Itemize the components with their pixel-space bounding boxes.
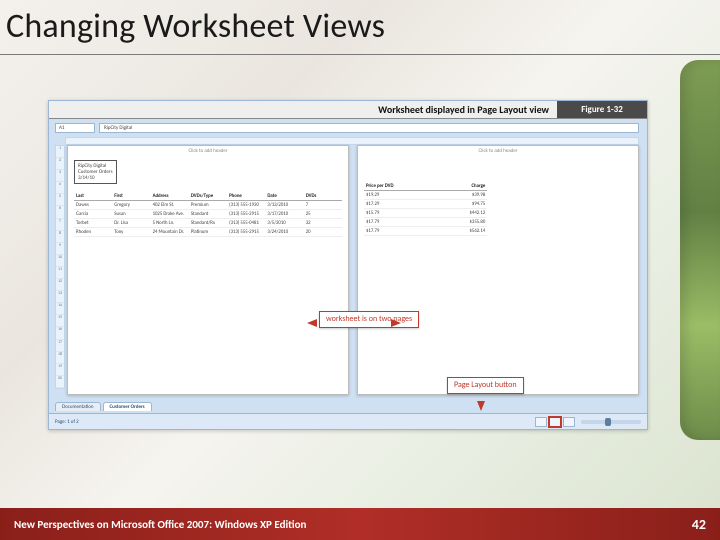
view-buttons [535,417,641,427]
decor-leaf-strip [680,60,720,440]
orders-table-right: Price per DVD Charge $19.29$39.98 $17.29… [364,182,487,236]
slide: Changing Worksheet Views Worksheet displ… [0,0,720,540]
footer-text: New Perspectives on Microsoft Office 200… [14,518,306,531]
col: Date [265,192,303,201]
figure-header: Worksheet displayed in Page Layout view … [49,101,647,119]
page-layout-pages: Click to add header RipCity Digital Cust… [67,145,639,395]
col: Price per DVD [364,182,426,191]
callout-arrow-right-icon [391,319,401,327]
page-layout-view-button[interactable] [549,417,561,427]
page-number: 42 [692,516,706,533]
table-row: $15.79$442.12 [364,209,487,218]
figure-caption: Worksheet displayed in Page Layout view [49,101,557,118]
sheet-tabs: Documentation Customer Orders [55,397,152,411]
callout-two-pages: worksheet is on two pages [319,311,419,328]
status-page-count: Page: 1 of 2 [55,419,79,425]
slide-title: Changing Worksheet Views [6,6,385,47]
col: DVDs [304,192,342,201]
table-row: $17.79$355.80 [364,218,487,227]
company-title-block: RipCity Digital Customer Orders 3/14/10 [74,160,117,184]
table-row: GarciaSusan1025 Drake Ave.Standard(313) … [74,210,342,219]
table-row: TorbetDr. Lisa5 North Ln.Standard/Rx(313… [74,219,342,228]
col: Last [74,192,112,201]
zoom-slider[interactable] [581,420,641,424]
col: Address [151,192,189,201]
name-box[interactable]: A1 [55,123,95,133]
status-bar: Page: 1 of 2 [49,413,647,429]
figure-screenshot: Worksheet displayed in Page Layout view … [48,100,648,430]
page-break-preview-button[interactable] [563,417,575,427]
callout-arrow-down-icon [477,401,485,411]
col: Charge [426,182,488,191]
table-row: $17.79$562.14 [364,227,487,236]
footer-bar: New Perspectives on Microsoft Office 200… [0,508,720,540]
title-underline [0,54,720,55]
sheet-tab-customer-orders[interactable]: Customer Orders [103,402,152,411]
header-hint-left[interactable]: Click to add header [68,148,348,154]
table-row: $19.29$39.98 [364,191,487,200]
normal-view-button[interactable] [535,417,547,427]
formula-bar[interactable]: RipCity Digital [99,123,639,133]
table-row: RhodenTony24 Mountain Dr.Platinum(313) 5… [74,228,342,237]
horizontal-ruler [65,137,639,145]
callout-page-layout-button: Page Layout button [447,377,524,394]
col: DVDs/Type [189,192,227,201]
page-2: Click to add header Price per DVD Charge… [357,145,639,395]
orders-table-left: Last First Address DVDs/Type Phone Date … [74,192,342,237]
company-line3: 3/14/10 [78,175,113,181]
table-row: $17.29$94.75 [364,200,487,209]
figure-label: Figure 1-32 [557,101,647,118]
table-row: DawesGregory402 Elm St.Premium(313) 555-… [74,201,342,210]
col: First [112,192,150,201]
row-number-gutter: 1234567891011121314151617181920 [55,145,65,389]
sheet-tab-documentation[interactable]: Documentation [55,402,101,411]
header-hint-right[interactable]: Click to add header [358,148,638,154]
callout-arrow-left-icon [307,319,317,327]
page-1: Click to add header RipCity Digital Cust… [67,145,349,395]
col: Phone [227,192,265,201]
